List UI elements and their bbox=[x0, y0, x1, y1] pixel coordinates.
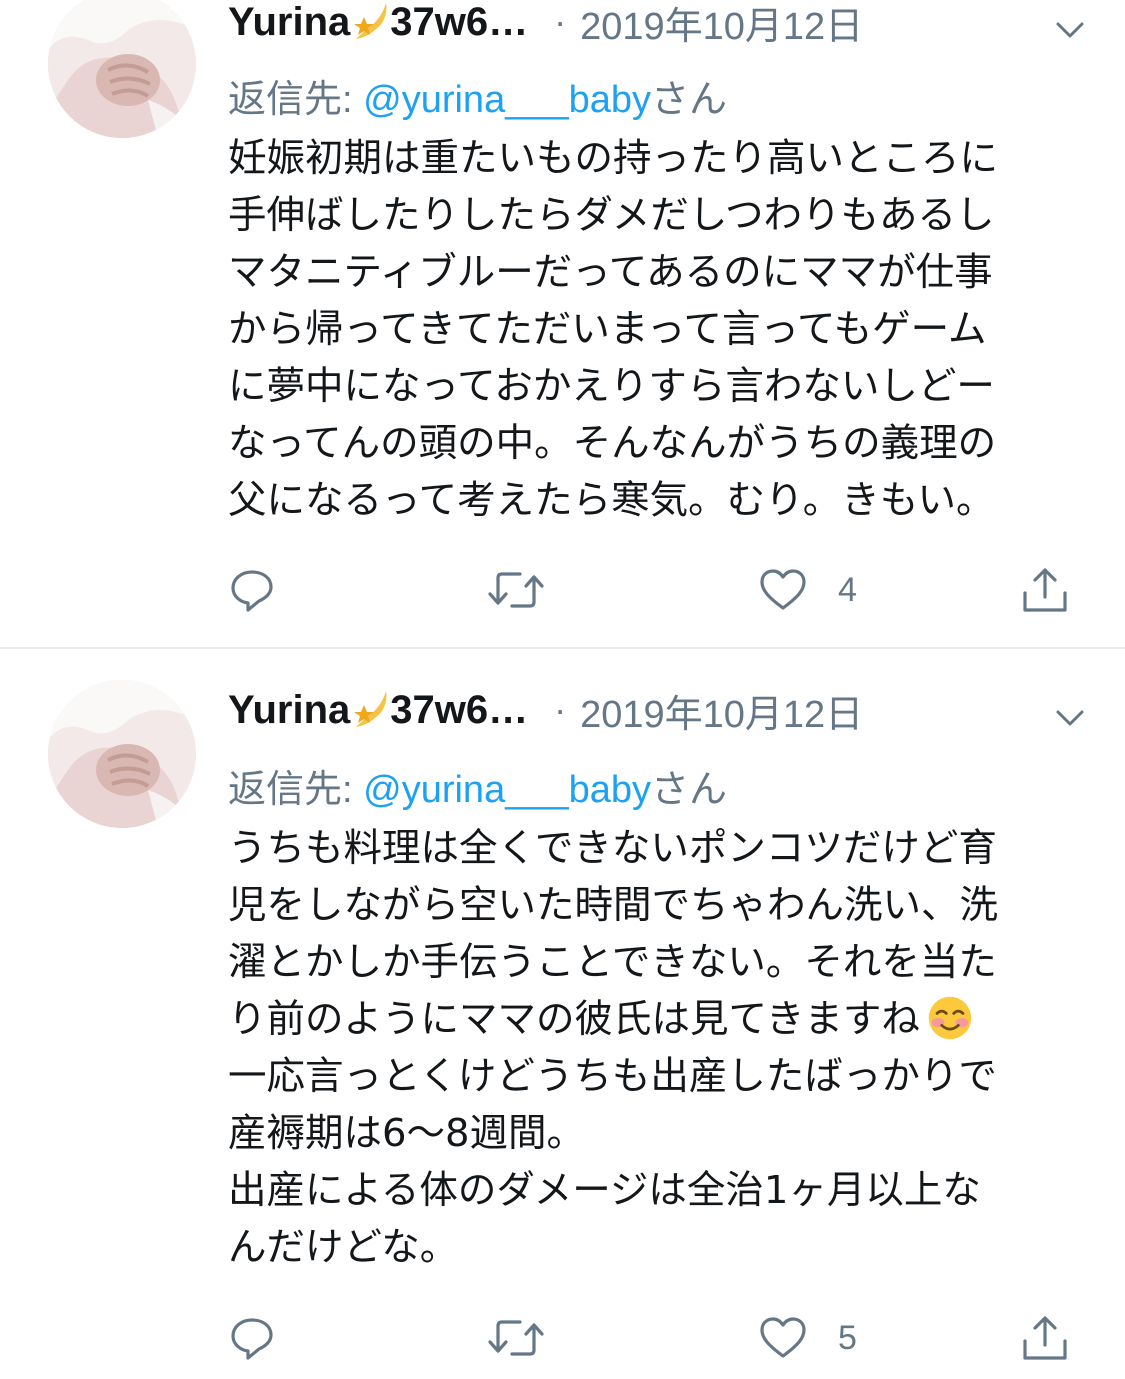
tweet-text-part: 一応言っとくけどうちも出産したばっかりで 産褥期は6〜8週間。 出産による体のダ… bbox=[228, 1054, 997, 1270]
tweet-header: Yurina 37w6… · 2019年10月12日 bbox=[228, 0, 1095, 52]
retweet-icon bbox=[488, 1320, 544, 1356]
tweet-date[interactable]: 2019年10月12日 bbox=[580, 683, 863, 738]
retweet-button[interactable] bbox=[486, 1308, 546, 1368]
reply-prefix: 返信先: bbox=[228, 79, 364, 121]
tweet-text: 妊娠初期は重たいもの持ったり高いところに 手伸ばしたりしたらダメだしつわりもある… bbox=[228, 136, 999, 523]
share-button[interactable] bbox=[1020, 1308, 1070, 1368]
retweet-button[interactable] bbox=[486, 560, 546, 620]
like-icon bbox=[760, 569, 806, 610]
avatar[interactable] bbox=[48, 680, 196, 828]
like-button[interactable]: 4 bbox=[758, 560, 857, 620]
reply-suffix: さん bbox=[651, 769, 728, 811]
avatar[interactable] bbox=[48, 0, 196, 138]
shooting-star-emoji bbox=[354, 690, 387, 727]
tweet-header: Yurina 37w6… · 2019年10月12日 bbox=[228, 680, 1095, 740]
retweet-icon bbox=[488, 572, 544, 608]
display-name[interactable]: Yurina 37w6… bbox=[228, 0, 528, 45]
action-bar: 5 bbox=[228, 1308, 1088, 1368]
action-bar: 4 bbox=[228, 560, 1088, 620]
like-count: 4 bbox=[838, 570, 857, 609]
reply-handle-link[interactable]: @yurina___baby bbox=[363, 79, 651, 121]
reply-to: 返信先: @yurina___babyさん bbox=[228, 758, 728, 811]
share-icon bbox=[1023, 1316, 1067, 1360]
tweet-text-part: うちも料理は全くできないポンコツだけど育 児をしながら空いた時間でちゃわん洗い、… bbox=[228, 826, 999, 1042]
like-button[interactable]: 5 bbox=[758, 1308, 857, 1368]
reply-button[interactable] bbox=[228, 1308, 276, 1368]
tweet-date[interactable]: 2019年10月12日 bbox=[580, 0, 863, 50]
avatar-image bbox=[48, 0, 196, 138]
like-count: 5 bbox=[838, 1318, 857, 1357]
tweet-divider bbox=[0, 647, 1125, 649]
tweet[interactable]: Yurina 37w6… · 2019年10月12日 返信先: @yurina_… bbox=[0, 0, 1125, 648]
reply-button[interactable] bbox=[228, 560, 276, 620]
like-icon bbox=[760, 1317, 806, 1358]
tweet[interactable]: Yurina 37w6… · 2019年10月12日 返信先: @yurina_… bbox=[0, 650, 1125, 1379]
chevron-down-icon[interactable] bbox=[1053, 14, 1087, 48]
tweet-text: うちも料理は全くできないポンコツだけど育 児をしながら空いた時間でちゃわん洗い、… bbox=[228, 820, 1088, 1276]
reply-to: 返信先: @yurina___babyさん bbox=[228, 68, 728, 121]
avatar-image bbox=[48, 680, 196, 828]
separator: · bbox=[554, 689, 567, 730]
share-button[interactable] bbox=[1020, 560, 1070, 620]
display-name[interactable]: Yurina 37w6… bbox=[228, 688, 528, 733]
smiling-face-emoji bbox=[928, 996, 972, 1040]
chevron-down-icon[interactable] bbox=[1053, 702, 1087, 736]
reply-suffix: さん bbox=[651, 79, 728, 121]
reply-icon bbox=[231, 1318, 273, 1360]
separator: · bbox=[554, 1, 567, 42]
shooting-star-emoji bbox=[354, 2, 387, 39]
share-icon bbox=[1023, 568, 1067, 612]
reply-prefix: 返信先: bbox=[228, 769, 364, 811]
reply-icon bbox=[231, 570, 273, 612]
reply-handle-link[interactable]: @yurina___baby bbox=[363, 769, 651, 811]
